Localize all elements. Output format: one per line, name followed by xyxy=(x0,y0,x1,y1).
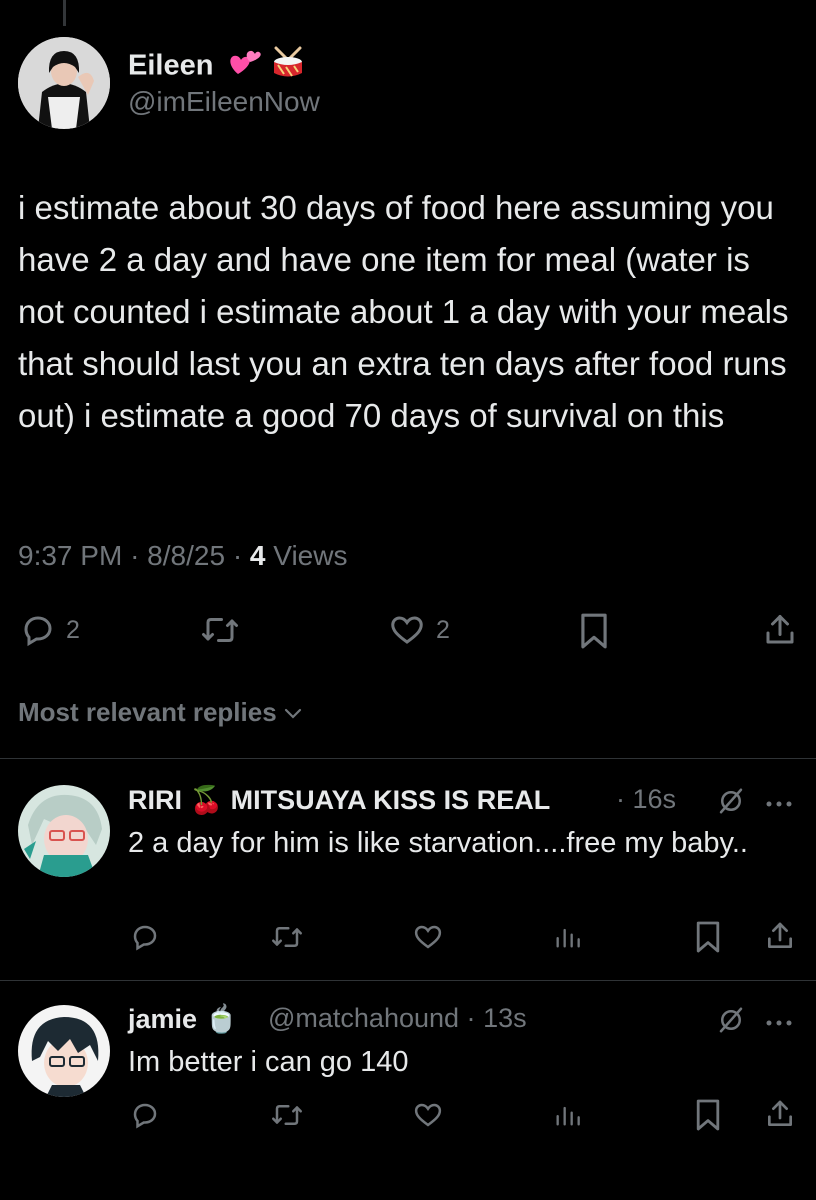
tweet-time[interactable]: 9:37 PM xyxy=(18,540,122,571)
share-button[interactable] xyxy=(764,920,796,952)
retweet-icon xyxy=(272,1105,302,1125)
reply-count: 2 xyxy=(66,615,80,644)
views-label: Views xyxy=(273,540,348,571)
meta-separator: · xyxy=(232,540,250,571)
tweet-date[interactable]: 8/8/25 xyxy=(147,540,225,571)
reply-button[interactable] xyxy=(130,922,160,952)
sort-replies-dropdown[interactable]: Most relevant replies xyxy=(18,697,305,728)
bookmark-button[interactable] xyxy=(578,612,610,650)
reply-time[interactable]: 16s xyxy=(633,784,677,814)
like-count: 2 xyxy=(436,615,450,644)
divider xyxy=(0,980,816,981)
reply-timestamp-row: · 16s xyxy=(616,784,677,814)
divider xyxy=(0,758,816,759)
retweet-icon xyxy=(202,618,238,642)
heart-icon xyxy=(391,616,423,644)
retweet-icon xyxy=(272,927,302,947)
like-button[interactable] xyxy=(412,1100,444,1130)
grok-icon[interactable] xyxy=(716,1005,746,1040)
author-name[interactable]: Eileen xyxy=(128,50,213,82)
bookmark-icon xyxy=(581,613,607,649)
bookmark-button[interactable] xyxy=(694,1098,722,1132)
retweet-button[interactable] xyxy=(270,922,304,952)
grok-icon[interactable] xyxy=(716,786,746,821)
like-button[interactable]: 2 xyxy=(388,612,450,648)
sort-label: Most relevant replies xyxy=(18,697,277,727)
drum-emoji xyxy=(270,46,306,88)
more-options-icon[interactable] xyxy=(764,1015,794,1033)
reply-icon xyxy=(133,925,157,951)
reply-author-name[interactable]: RIRI 🍒 MITSUAYA KISS IS REAL xyxy=(128,784,550,816)
thread-connector-line xyxy=(63,0,66,26)
meta-separator: · xyxy=(130,540,148,571)
author-handle[interactable]: @imEileenNow xyxy=(128,86,320,118)
author-name-row[interactable]: Eileen xyxy=(128,46,306,88)
share-icon xyxy=(768,922,792,948)
like-button[interactable] xyxy=(412,922,444,952)
reply-button[interactable]: 2 xyxy=(20,612,80,648)
reply-handle-row: @matchahound · 13s xyxy=(268,1003,527,1033)
share-icon xyxy=(766,615,794,644)
views-button[interactable] xyxy=(553,922,581,952)
analytics-icon xyxy=(556,928,580,948)
share-button[interactable] xyxy=(762,612,798,648)
reply-text: 2 a day for him is like starvation....fr… xyxy=(128,827,748,859)
share-button[interactable] xyxy=(764,1098,796,1130)
reply-avatar[interactable] xyxy=(18,785,110,877)
analytics-icon xyxy=(556,1106,580,1126)
views-button[interactable] xyxy=(553,1100,581,1130)
reply-time[interactable]: 13s xyxy=(483,1003,527,1033)
chevron-down-icon xyxy=(284,708,301,719)
views-count: 4 xyxy=(249,540,266,571)
reply-text: Im better i can go 140 xyxy=(128,1046,409,1078)
share-icon xyxy=(768,1100,792,1126)
reply-handle[interactable]: @matchahound xyxy=(268,1003,459,1033)
heart-icon xyxy=(414,925,442,949)
tweet-text: i estimate about 30 days of food here as… xyxy=(18,189,789,434)
reply-author-name[interactable]: jamie 🍵 xyxy=(128,1003,238,1035)
author-avatar[interactable] xyxy=(18,37,110,129)
bookmark-icon xyxy=(696,1099,720,1131)
reply-button[interactable] xyxy=(130,1100,160,1130)
pink-hearts-emoji xyxy=(228,48,262,86)
retweet-button[interactable] xyxy=(200,612,240,648)
bookmark-button[interactable] xyxy=(694,920,722,954)
bookmark-icon xyxy=(696,921,720,953)
more-options-icon[interactable] xyxy=(764,796,794,814)
heart-icon xyxy=(414,1103,442,1127)
tweet-meta: 9:37 PM · 8/8/25 · 4 Views xyxy=(18,540,347,572)
reply-icon xyxy=(133,1103,157,1129)
reply-avatar[interactable] xyxy=(18,1005,110,1097)
retweet-button[interactable] xyxy=(270,1100,304,1130)
reply-icon xyxy=(24,616,52,647)
